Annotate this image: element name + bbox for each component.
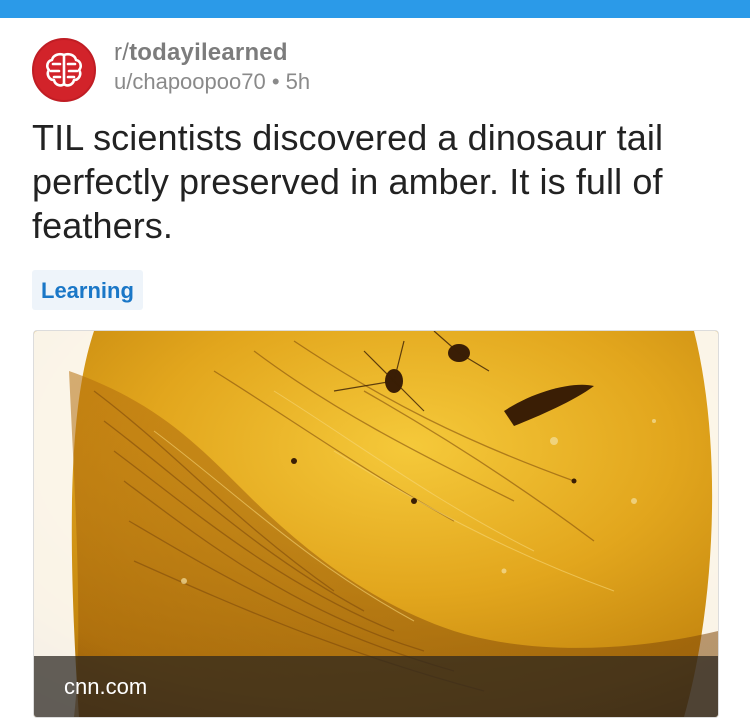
post-title[interactable]: TIL scientists discovered a dinosaur tai… [32, 116, 722, 248]
link-domain: cnn.com [64, 674, 148, 699]
subreddit-prefix: r/ [114, 39, 130, 66]
post-age: 5h [285, 69, 311, 94]
post-byline: u/chapoopoo70 • 5h [114, 67, 310, 97]
link-domain-bar: cnn.com [34, 656, 718, 717]
post-flair[interactable]: Learning [32, 270, 143, 310]
author-link[interactable]: u/chapoopoo70 [114, 69, 266, 94]
top-status-bar [0, 0, 750, 18]
byline-separator: • [271, 69, 280, 94]
subreddit-link[interactable]: r/todayilearned [114, 39, 310, 67]
brain-icon [46, 52, 82, 87]
subreddit-avatar[interactable] [32, 38, 96, 102]
subreddit-name: todayilearned [129, 39, 288, 66]
post-header: r/todayilearned u/chapoopoo70 • 5h [32, 38, 722, 102]
link-preview[interactable]: cnn.com [33, 330, 719, 718]
